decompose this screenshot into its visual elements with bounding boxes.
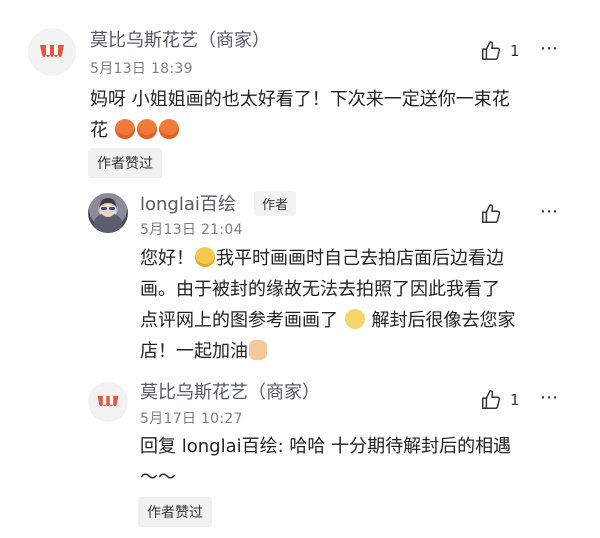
more-options-icon[interactable]: ⋯	[540, 38, 560, 59]
comment-date: 5月17日 10:27	[140, 411, 243, 427]
comment-text-line: 解封后很像去您家	[371, 310, 516, 331]
author-liked-badge: 作者赞过	[138, 497, 212, 527]
heart-eyes-emoji-icon	[136, 119, 157, 139]
comment-text-line: 妈呀 小姐姐画的也太好看了！下次来一定送你一束花	[90, 89, 510, 110]
thumbs-up-outline-icon	[482, 204, 501, 223]
blushing-emoji-icon	[195, 247, 215, 267]
comment-author[interactable]: 莫比乌斯花艺（商家）	[90, 26, 270, 52]
comment-text-line: 花	[90, 120, 108, 141]
comment-author[interactable]: longlai百绘	[140, 190, 236, 216]
storefront-awning-icon	[40, 45, 64, 57]
thumbs-up-emoji-icon	[249, 340, 267, 360]
like-button[interactable]: 1	[480, 389, 520, 411]
comment-text-line: 哈哈 十分期待解封后的相遇	[283, 436, 512, 457]
comment-text: 回复 longlai百绘: 哈哈 十分期待解封后的相遇 ～～	[140, 431, 580, 493]
reply-to-user[interactable]: longlai百绘:	[182, 436, 284, 457]
comment-date: 5月13日 21:04	[140, 222, 243, 238]
heart-eyes-emoji-icon	[114, 119, 135, 139]
author-liked-badge: 作者赞过	[88, 148, 162, 178]
more-options-icon[interactable]: ⋯	[540, 201, 560, 222]
like-count: 1	[510, 42, 520, 60]
relieved-emoji-icon	[344, 309, 365, 329]
more-options-icon[interactable]: ⋯	[540, 387, 560, 408]
user-avatar[interactable]	[88, 193, 128, 233]
heart-eyes-emoji-icon	[158, 119, 179, 139]
comment-text: 您好！ 我平时画画时自己去拍店面后边看边 画。由于被封的缘故无法去拍照了因此我看了…	[140, 243, 580, 367]
shop-avatar[interactable]	[88, 382, 128, 422]
like-button[interactable]: 1	[480, 40, 520, 62]
storefront-awning-icon	[97, 395, 119, 407]
comment-text: 妈呀 小姐姐画的也太好看了！下次来一定送你一束花 花	[90, 84, 580, 146]
author-tag: 作者	[254, 191, 297, 216]
like-button[interactable]	[480, 203, 502, 225]
comment-date: 5月13日 18:39	[90, 61, 193, 77]
comment-text-line: ～～	[140, 467, 176, 488]
shop-avatar[interactable]	[28, 28, 76, 76]
thumbs-up-outline-icon	[482, 390, 501, 409]
like-count: 1	[510, 391, 520, 409]
thumbs-up-outline-icon	[482, 41, 501, 60]
comment-text-line: 我平时画画时自己去拍店面后边看边	[216, 248, 504, 269]
comment-text-line: 您好！	[140, 248, 194, 269]
comment-text-line: 点评网上的图参考画画了	[140, 310, 338, 331]
comment-text-line: 画。由于被封的缘故无法去拍照了因此我看了	[140, 279, 500, 300]
reply-prefix: 回复	[140, 436, 182, 457]
comment-author[interactable]: 莫比乌斯花艺（商家）	[140, 378, 320, 404]
user-portrait-icon	[94, 198, 122, 233]
comment-text-line: 店！一起加油	[140, 341, 248, 362]
